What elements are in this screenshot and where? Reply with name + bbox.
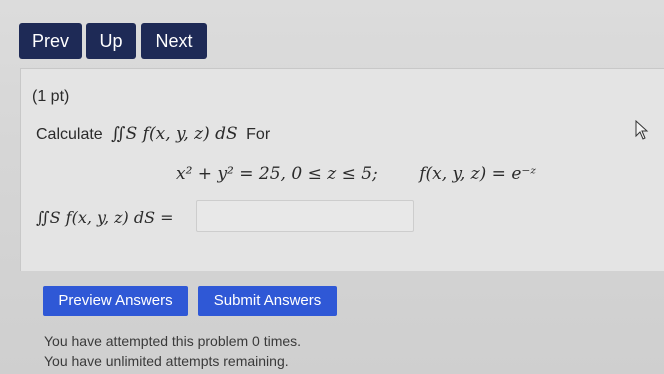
answer-input[interactable] — [196, 200, 414, 232]
surface-equation: x² + y² = 25, 0 ≤ z ≤ 5; — [176, 164, 378, 184]
next-button[interactable]: Next — [141, 23, 207, 59]
submit-answers-button[interactable]: Submit Answers — [198, 286, 337, 316]
prev-button[interactable]: Prev — [19, 23, 82, 59]
problem-statement: Calculate ∬S f(x, y, z) dS For — [36, 124, 270, 144]
attempts-status: You have attempted this problem 0 times. — [44, 333, 302, 349]
calculate-label: Calculate — [36, 126, 103, 143]
problem-points: (1 pt) — [32, 88, 70, 105]
preview-answers-button[interactable]: Preview Answers — [43, 286, 188, 316]
for-label: For — [246, 126, 271, 143]
integrand-function: f(x, y, z) = e⁻ᶻ — [419, 164, 536, 184]
surface-integral: ∬S f(x, y, z) dS — [111, 124, 238, 144]
problem-equations: x² + y² = 25, 0 ≤ z ≤ 5; f(x, y, z) = e⁻… — [176, 164, 536, 184]
attempts-remaining: You have unlimited attempts remaining. — [44, 353, 289, 369]
mouse-pointer-icon — [635, 119, 649, 145]
answer-row: ∬S f(x, y, z) dS = — [36, 200, 414, 232]
answer-label: ∬S f(x, y, z) dS = — [36, 208, 174, 227]
up-button[interactable]: Up — [86, 23, 136, 59]
